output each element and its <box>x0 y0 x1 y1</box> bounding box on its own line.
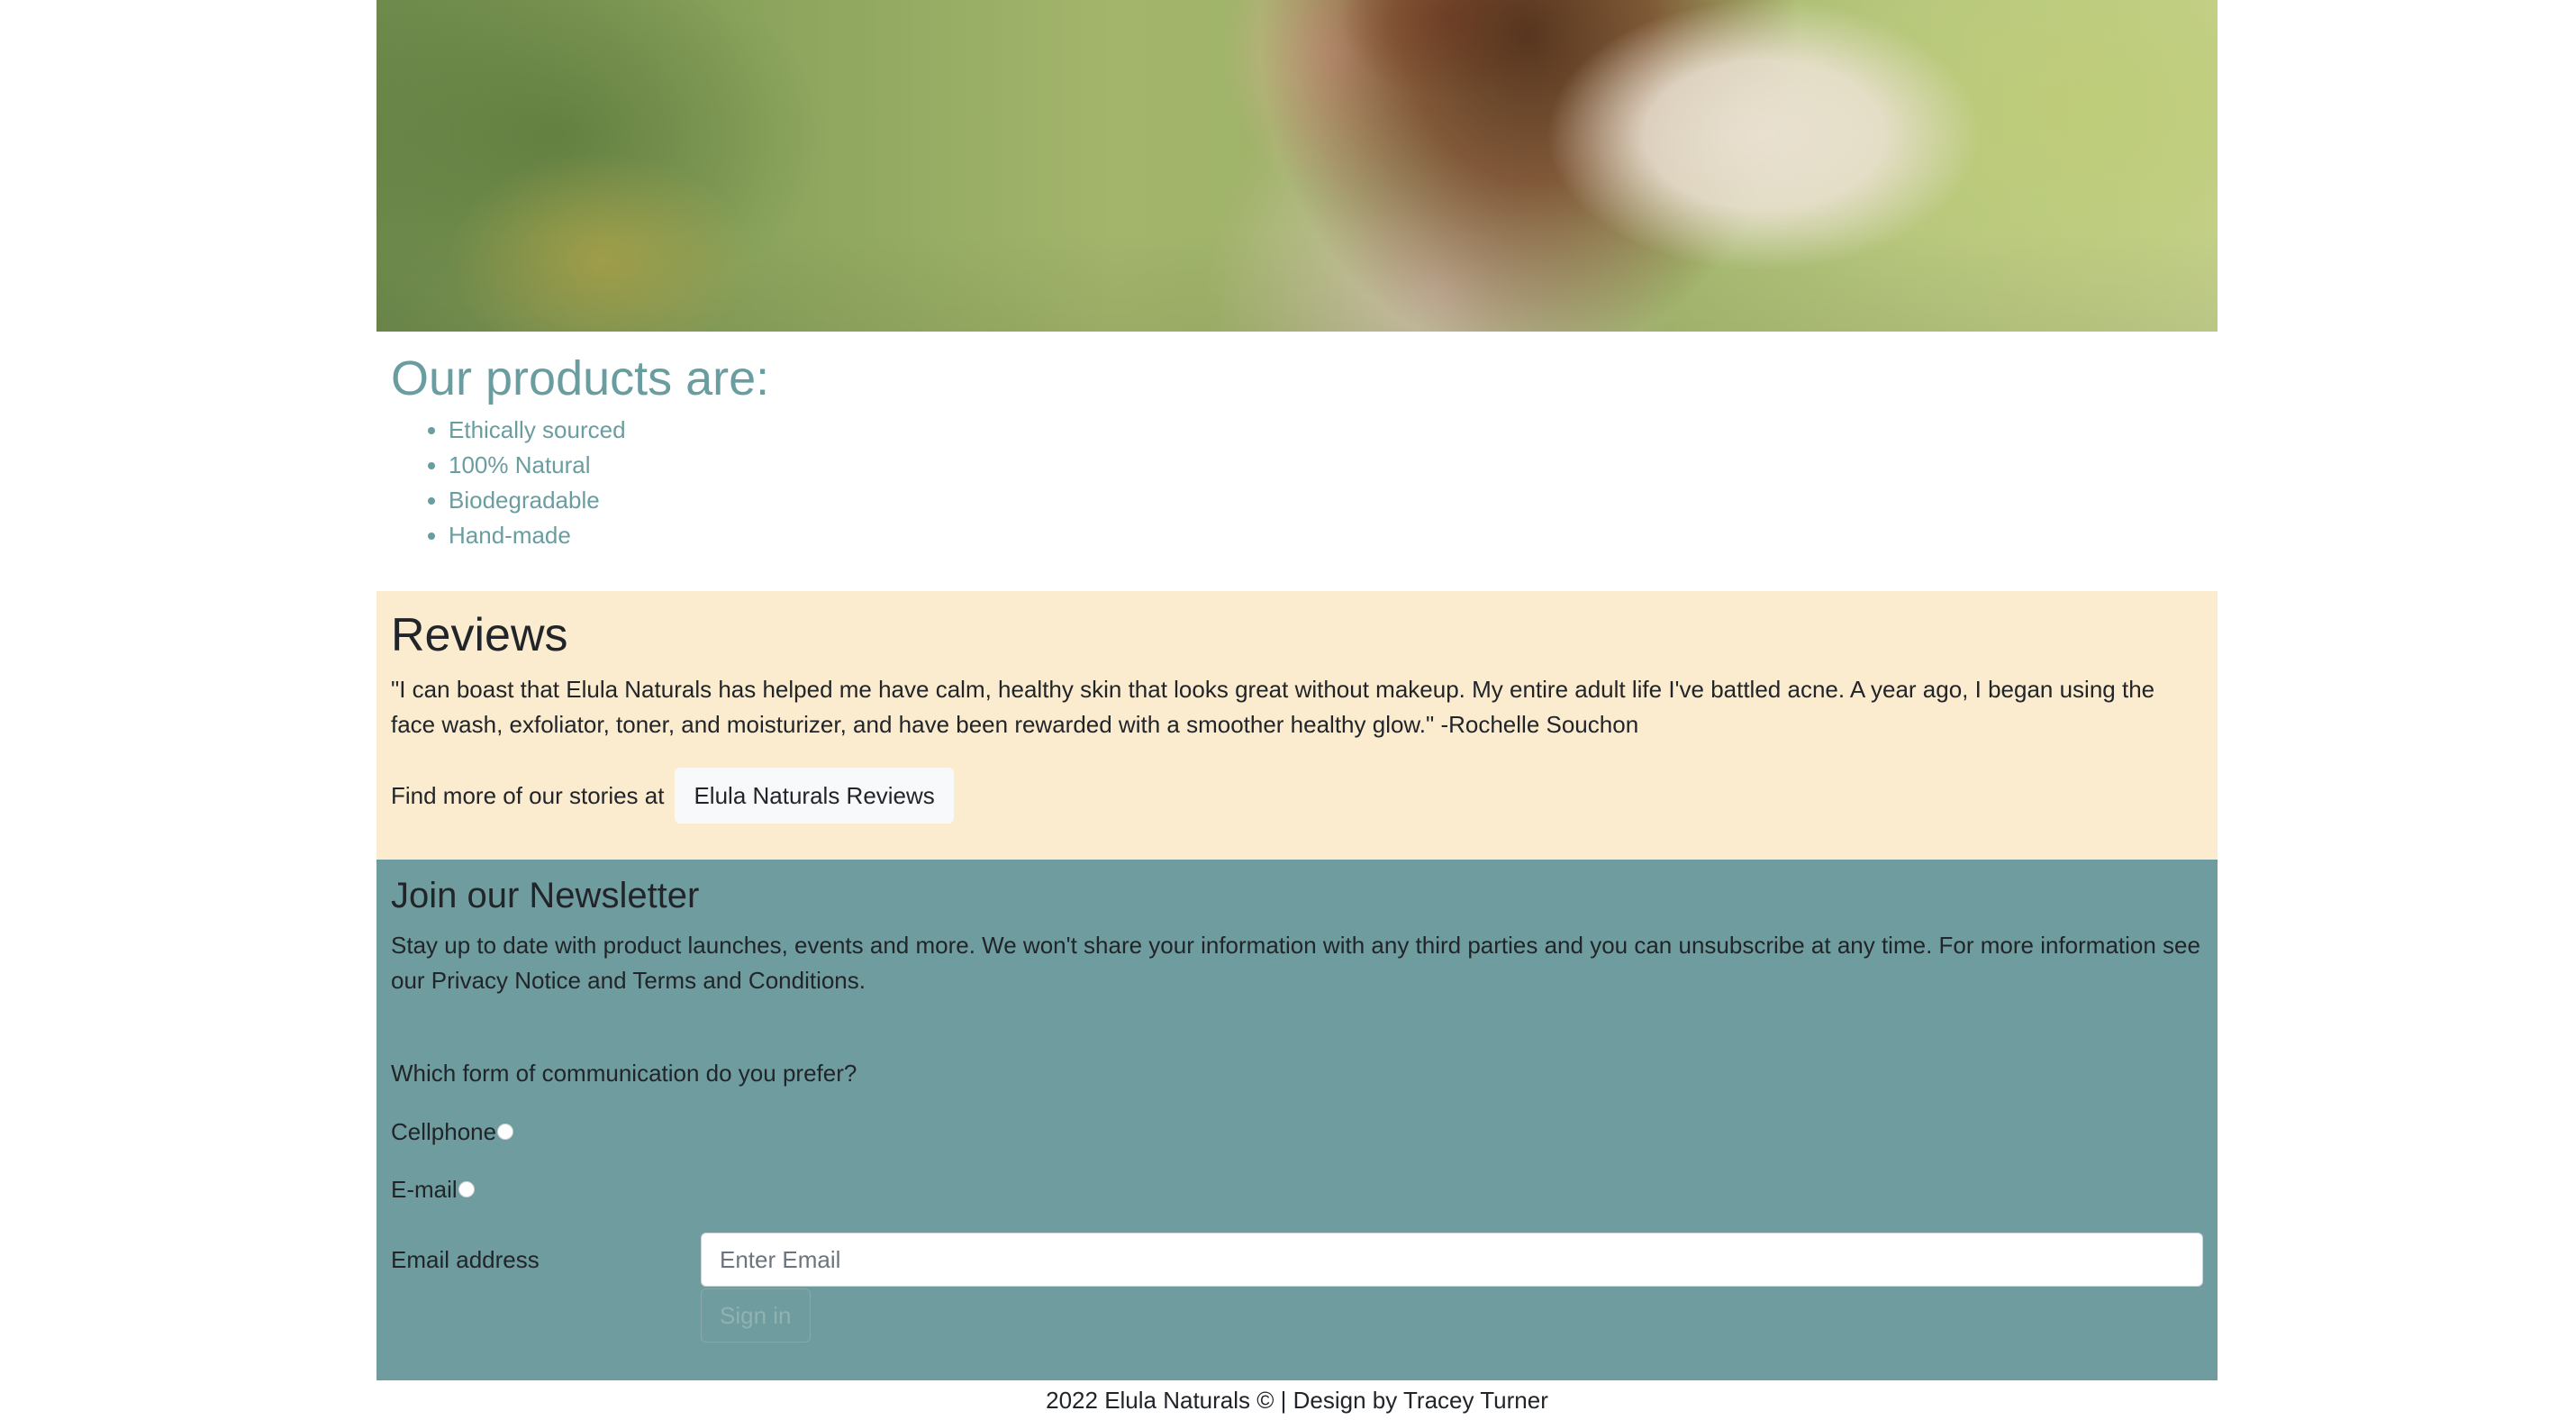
products-section: Our products are: Ethically sourced 100%… <box>376 332 2218 591</box>
sign-in-button[interactable]: Sign in <box>701 1288 811 1343</box>
products-heading: Our products are: <box>391 351 770 405</box>
reviews-link-button[interactable]: Elula Naturals Reviews <box>675 768 954 824</box>
newsletter-heading: Join our Newsletter <box>391 876 700 915</box>
products-list-item: Ethically sourced <box>449 413 626 448</box>
products-list-item: 100% Natural <box>449 448 626 483</box>
cellphone-option[interactable]: Cellphone <box>391 1115 514 1150</box>
products-list: Ethically sourced 100% Natural Biodegrad… <box>391 413 626 553</box>
email-field-label: Email address <box>391 1246 540 1273</box>
products-list-item: Biodegradable <box>449 483 626 518</box>
newsletter-description: Stay up to date with product launches, e… <box>391 932 2200 994</box>
email-radio[interactable] <box>458 1180 475 1197</box>
review-quote: "I can boast that Elula Naturals has hel… <box>391 676 2155 738</box>
footer: 2022 Elula Naturals © | Design by Tracey… <box>1046 1387 1548 1414</box>
communication-question: Which form of communication do you prefe… <box>391 1060 857 1087</box>
hero-image <box>376 0 2218 332</box>
products-list-item: Hand-made <box>449 518 626 553</box>
cellphone-radio[interactable] <box>497 1123 514 1140</box>
reviews-heading: Reviews <box>391 609 568 661</box>
newsletter-section: Join our Newsletter Stay up to date with… <box>376 860 2218 1380</box>
reviews-more-text: Find more of our stories at <box>391 782 665 809</box>
email-field[interactable] <box>701 1233 2203 1287</box>
email-option[interactable]: E-mail <box>391 1172 475 1207</box>
cellphone-option-label: Cellphone <box>391 1118 497 1145</box>
reviews-section: Reviews "I can boast that Elula Naturals… <box>376 591 2218 860</box>
hero-overlay <box>376 0 2218 332</box>
page: Our products are: Ethically sourced 100%… <box>0 0 2576 1420</box>
email-option-label: E-mail <box>391 1176 458 1203</box>
reviews-more-row: Find more of our stories at Elula Natura… <box>391 768 954 824</box>
